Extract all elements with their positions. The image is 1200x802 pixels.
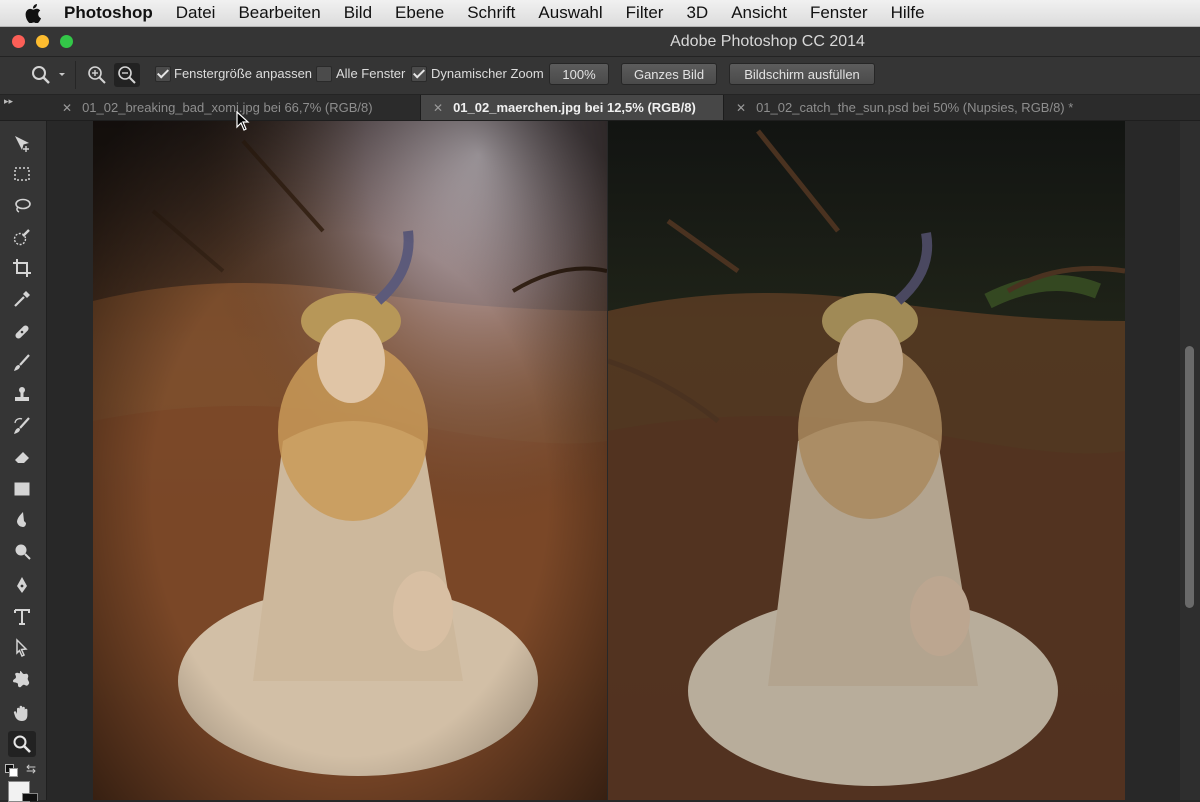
collapse-panels-icon[interactable]: ▸▸: [4, 96, 13, 107]
document-image-left: [93, 121, 607, 800]
brush-tool-icon[interactable]: [8, 350, 36, 376]
menu-bearbeiten[interactable]: Bearbeiten: [238, 3, 320, 23]
zoom-tool-icon[interactable]: [8, 731, 36, 757]
tool-preset-picker[interactable]: [28, 63, 68, 87]
menu-ansicht[interactable]: Ansicht: [731, 3, 787, 23]
zoom-preset-icon: [32, 66, 65, 84]
window-title-bar: Adobe Photoshop CC 2014: [0, 27, 1200, 57]
healing-brush-icon[interactable]: [8, 319, 36, 345]
close-icon[interactable]: ✕: [433, 101, 443, 115]
zoom-out-icon: [118, 66, 136, 84]
quick-selection-icon[interactable]: [8, 224, 36, 250]
all-windows-label: Alle Fenster: [336, 66, 406, 81]
menu-filter[interactable]: Filter: [626, 3, 664, 23]
history-brush-icon[interactable]: [8, 413, 36, 439]
close-icon[interactable]: ✕: [62, 101, 72, 115]
blur-tool-icon[interactable]: [8, 507, 36, 533]
scrubby-zoom-checkbox[interactable]: [411, 66, 427, 82]
options-bar: Fenstergröße anpassen Alle Fenster Dynam…: [0, 57, 1200, 95]
clone-stamp-icon[interactable]: [8, 382, 36, 408]
crop-tool-icon[interactable]: [8, 255, 36, 281]
tab-maerchen[interactable]: ✕ 01_02_maerchen.jpg bei 12,5% (RGB/8): [421, 95, 724, 120]
menu-fenster[interactable]: Fenster: [810, 3, 868, 23]
zoom-out-button[interactable]: [114, 63, 140, 87]
menu-bild[interactable]: Bild: [344, 3, 372, 23]
tools-panel: ⇆: [0, 121, 47, 802]
tab-label: 01_02_maerchen.jpg bei 12,5% (RGB/8): [453, 100, 696, 115]
zoom-in-icon: [88, 66, 106, 84]
all-windows-checkbox[interactable]: [316, 66, 332, 82]
vertical-scrollbar[interactable]: [1180, 121, 1200, 800]
path-selection-icon[interactable]: [8, 635, 36, 661]
dodge-tool-icon[interactable]: [8, 538, 36, 564]
fit-window-label: Fenstergröße anpassen: [174, 66, 313, 81]
type-tool-icon[interactable]: [8, 604, 36, 630]
menu-auswahl[interactable]: Auswahl: [538, 3, 602, 23]
tab-label: 01_02_catch_the_sun.psd bei 50% (Nupsies…: [756, 100, 1074, 115]
close-icon[interactable]: ✕: [736, 101, 746, 115]
gradient-tool-icon[interactable]: [8, 476, 36, 502]
tab-label: 01_02_breaking_bad_xomi.jpg bei 66,7% (R…: [82, 100, 373, 115]
apple-icon[interactable]: [22, 2, 44, 24]
scrollbar-thumb[interactable]: [1185, 346, 1194, 608]
fit-window-checkbox[interactable]: [155, 66, 171, 82]
window-title: Adobe Photoshop CC 2014: [670, 33, 865, 50]
eraser-icon[interactable]: [8, 444, 36, 470]
menu-3d[interactable]: 3D: [686, 3, 708, 23]
fill-screen-button[interactable]: Bildschirm ausfüllen: [729, 63, 875, 85]
mouse-cursor-icon: [236, 110, 250, 136]
default-colors-icon[interactable]: [5, 764, 18, 777]
menu-schrift[interactable]: Schrift: [467, 3, 515, 23]
marquee-tool-icon[interactable]: [8, 161, 36, 187]
zoom-100-button[interactable]: 100%: [549, 63, 609, 85]
tab-catch-the-sun[interactable]: ✕ 01_02_catch_the_sun.psd bei 50% (Nupsi…: [724, 95, 1144, 120]
menu-bar: Photoshop Datei Bearbeiten Bild Ebene Sc…: [0, 0, 1200, 27]
zoom-in-button[interactable]: [85, 63, 109, 87]
move-tool-icon[interactable]: [8, 131, 36, 157]
fit-screen-button[interactable]: Ganzes Bild: [621, 63, 717, 85]
document-tab-bar: ✕ 01_02_breaking_bad_xomi.jpg bei 66,7% …: [0, 95, 1200, 121]
menu-photoshop[interactable]: Photoshop: [64, 3, 153, 23]
menu-ebene[interactable]: Ebene: [395, 3, 444, 23]
lasso-tool-icon[interactable]: [8, 193, 36, 219]
hand-tool-icon[interactable]: [8, 700, 36, 726]
menu-hilfe[interactable]: Hilfe: [891, 3, 925, 23]
scrubby-zoom-label: Dynamischer Zoom: [431, 66, 544, 81]
custom-shape-icon[interactable]: [8, 666, 36, 692]
document-image-right: [608, 121, 1125, 800]
eyedropper-icon[interactable]: [8, 286, 36, 312]
swap-colors-icon[interactable]: ⇆: [26, 762, 36, 776]
menu-datei[interactable]: Datei: [176, 3, 216, 23]
pen-tool-icon[interactable]: [8, 572, 36, 598]
